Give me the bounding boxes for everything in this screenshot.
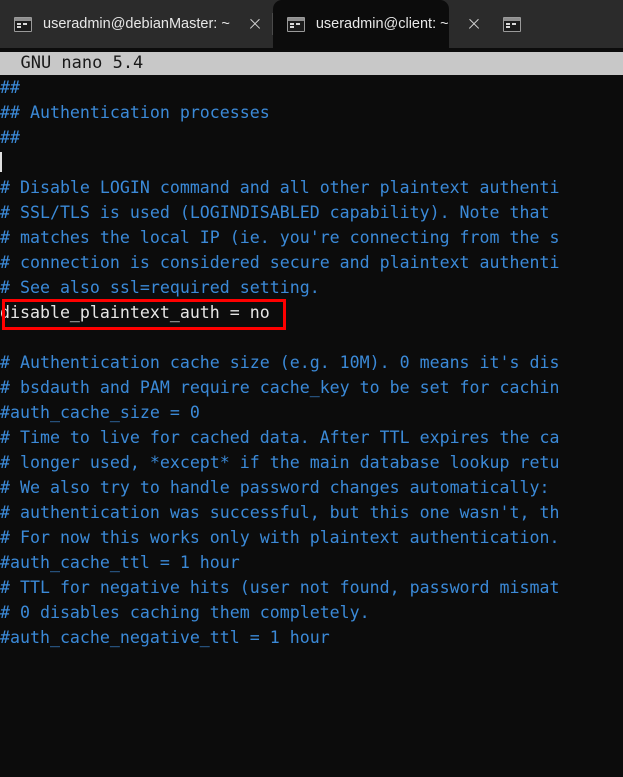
tab-useradmin-debianmaster[interactable]: useradmin@debianMaster: ~ [0, 0, 230, 48]
editor-line: ## [0, 125, 623, 150]
config-comment-text: # matches the local IP (ie. you're conne… [0, 228, 560, 247]
config-comment-text: # Disable LOGIN command and all other pl… [0, 178, 560, 197]
nano-editor-area[interactable]: ## ## Authentication processes ## # Disable… [0, 75, 623, 650]
editor-line: # longer used, *except* if the main data… [0, 450, 623, 475]
terminal-window: useradmin@debianMaster: ~ useradmin@clie… [0, 0, 623, 777]
editor-line: # TTL for negative hits (user not found,… [0, 575, 623, 600]
editor-line: # Disable LOGIN command and all other pl… [0, 175, 623, 200]
config-comment-text: # See also ssl=required setting. [0, 278, 320, 297]
config-comment-text: # We also try to handle password changes… [0, 478, 550, 497]
editor-line: # matches the local IP (ie. you're conne… [0, 225, 623, 250]
editor-line: # For now this works only with plaintext… [0, 525, 623, 550]
tab-strip: useradmin@debianMaster: ~ useradmin@clie… [0, 0, 623, 48]
editor-line: # Authentication cache size (e.g. 10M). … [0, 350, 623, 375]
config-comment-text: # For now this works only with plaintext… [0, 528, 560, 547]
tab-useradmin-client[interactable]: useradmin@client: ~ [272, 0, 449, 48]
editor-line: # bsdauth and PAM require cache_key to b… [0, 375, 623, 400]
tab-close-button-0[interactable] [238, 0, 272, 48]
config-comment-text: # bsdauth and PAM require cache_key to b… [0, 378, 560, 397]
config-comment-text: # 0 disables caching them completely. [0, 603, 370, 622]
editor-line: #auth_cache_negative_ttl = 1 hour [0, 625, 623, 650]
editor-line: # authentication was successful, but thi… [0, 500, 623, 525]
config-comment-text: #auth_cache_negative_ttl = 1 hour [0, 628, 330, 647]
terminal-content: GNU nano 5.4 ## ## Authentication process… [0, 48, 623, 777]
editor-line: ## Authentication processes [0, 100, 623, 125]
editor-line: #auth_cache_ttl = 1 hour [0, 550, 623, 575]
tab-close-button-1[interactable] [457, 0, 491, 48]
editor-line: # We also try to handle password changes… [0, 475, 623, 500]
terminal-icon [502, 16, 521, 32]
config-setting-text: disable_plaintext_auth = no [0, 303, 270, 322]
editor-line [0, 150, 623, 175]
tab-title: useradmin@debianMaster: ~ [43, 16, 230, 32]
editor-line: ## [0, 75, 623, 100]
editor-line: # Time to live for cached data. After TT… [0, 425, 623, 450]
editor-line: disable_plaintext_auth = no [0, 300, 623, 325]
config-comment-text: # authentication was successful, but thi… [0, 503, 560, 522]
config-comment-text: # SSL/TLS is used (LOGINDISABLED capabil… [0, 203, 550, 222]
config-comment-text: # longer used, *except* if the main data… [0, 453, 560, 472]
text-cursor [0, 152, 2, 172]
terminal-icon [14, 16, 32, 32]
config-comment-text: # Authentication cache size (e.g. 10M). … [0, 353, 560, 372]
editor-line: # SSL/TLS is used (LOGINDISABLED capabil… [0, 200, 623, 225]
terminal-icon [286, 16, 305, 32]
config-comment-text: # connection is considered secure and pl… [0, 253, 560, 272]
editor-line: # connection is considered secure and pl… [0, 250, 623, 275]
editor-line: #auth_cache_size = 0 [0, 400, 623, 425]
config-comment-text: ## Authentication processes [0, 103, 270, 122]
config-comment-text: ## [0, 128, 20, 147]
config-comment-text: # Time to live for cached data. After TT… [0, 428, 560, 447]
config-comment-text: #auth_cache_size = 0 [0, 403, 200, 422]
nano-shortcut-bar: ^G Help ^O Write Out ^W Where Is ^K Cut … [0, 729, 623, 777]
tab-title: useradmin@client: ~ [315, 16, 449, 32]
editor-line: # See also ssl=required setting. [0, 275, 623, 300]
config-comment-text: # TTL for negative hits (user not found,… [0, 578, 560, 597]
config-comment-text: #auth_cache_ttl = 1 hour [0, 553, 240, 572]
nano-title-bar: GNU nano 5.4 [0, 52, 623, 75]
editor-line: # 0 disables caching them completely. [0, 600, 623, 625]
config-comment-text: ## [0, 78, 20, 97]
tab-partial-next[interactable] [490, 0, 531, 48]
